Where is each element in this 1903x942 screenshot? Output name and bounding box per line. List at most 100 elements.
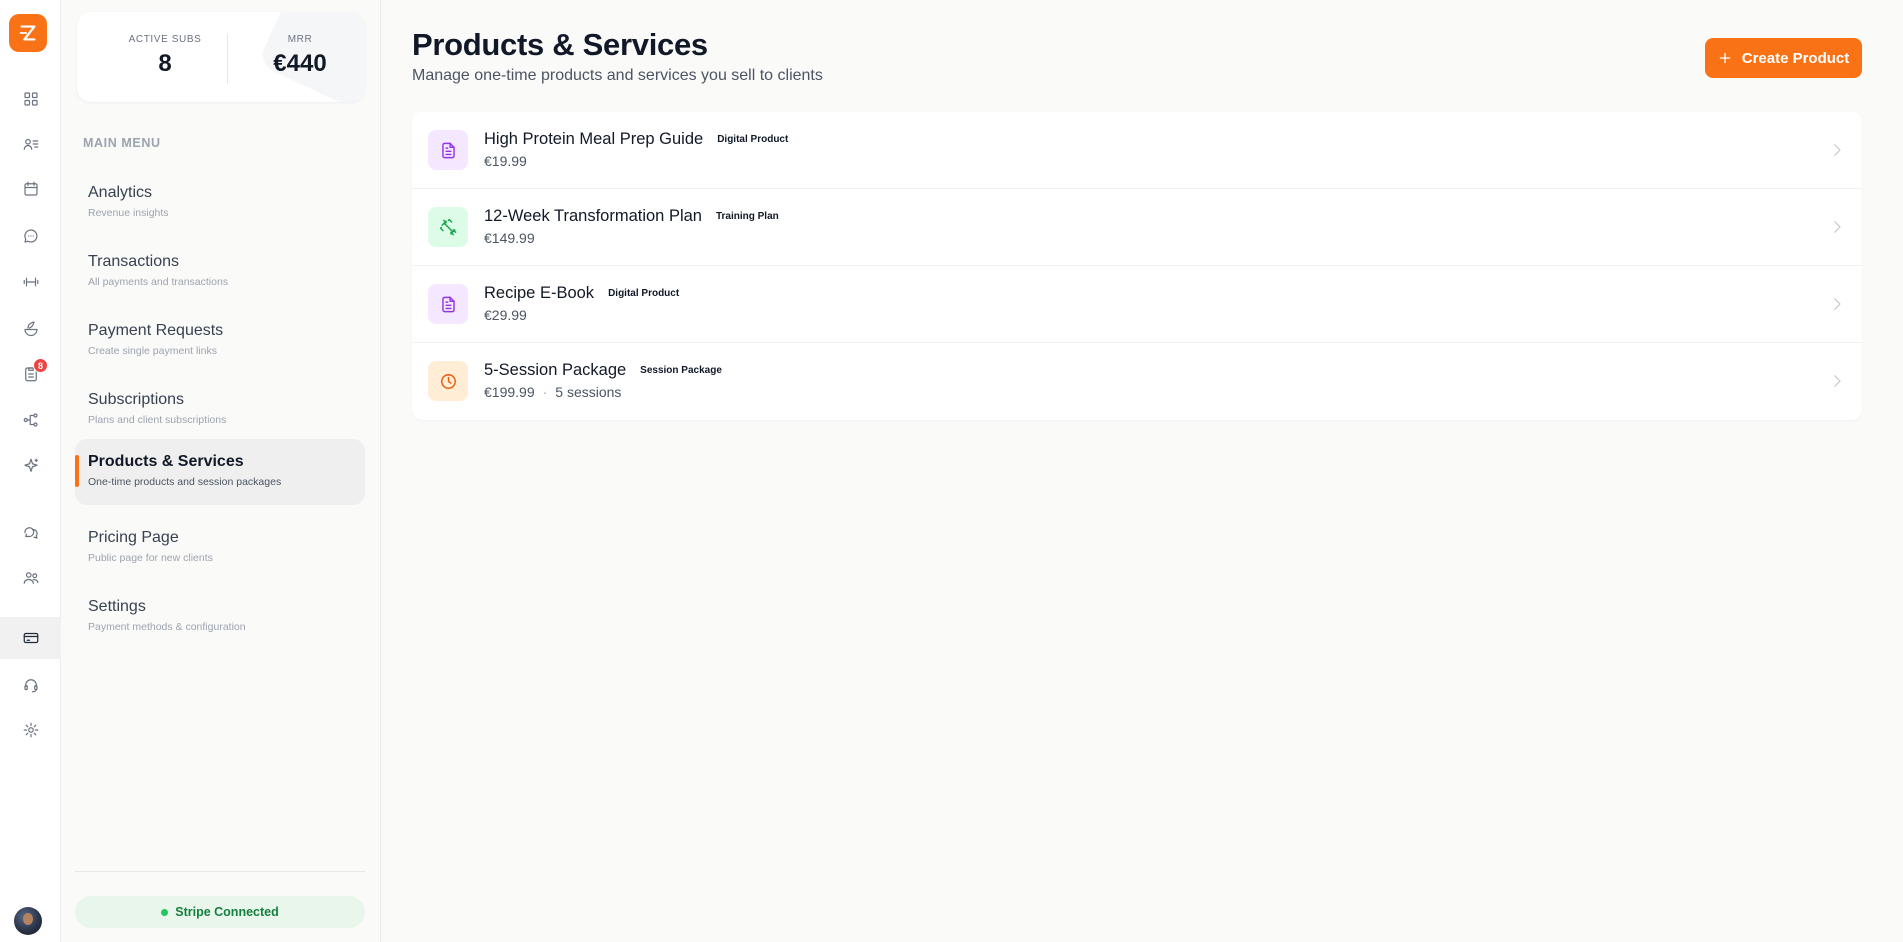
rail-ai-button[interactable] [0,445,61,487]
user-avatar[interactable] [14,907,42,935]
menu-item-transactions[interactable]: Transactions All payments and transactio… [75,239,365,305]
rail-dashboard-button[interactable] [0,78,61,120]
logo-icon [19,25,36,41]
mrr-value: €440 [273,50,327,77]
rail-payments-button[interactable] [0,617,61,659]
product-row[interactable]: 12-Week Transformation Plan Training Pla… [412,189,1862,266]
product-price-line: €29.99 [484,307,527,323]
calendar-icon [23,181,38,196]
rail-messages-button[interactable] [0,511,61,553]
rail-settings-button[interactable] [0,709,61,751]
menu-item-subtitle: Public page for new clients [88,552,213,564]
product-price-line: €149.99 [484,230,535,246]
product-icon-box [428,361,468,401]
product-list: High Protein Meal Prep Guide Digital Pro… [412,112,1862,420]
rail-chat-button[interactable] [0,215,61,257]
rail-workouts-button[interactable] [0,261,61,303]
chevron-right-icon [1828,218,1846,236]
status-dot [161,908,169,916]
separator-dot: · [542,384,548,400]
menu-item-payment-requests[interactable]: Payment Requests Create single payment l… [75,308,365,374]
rail-nutrition-button[interactable] [0,307,61,349]
product-icon-box [428,130,468,170]
menu-item-title: Analytics [88,184,153,201]
product-sessions: 5 sessions [555,384,622,400]
active-subs-value: 8 [158,50,172,77]
product-row[interactable]: Recipe E-Book Digital Product €29.99 [412,266,1862,343]
document-icon [441,142,455,158]
product-price: €29.99 [484,307,527,323]
product-price: €199.99 [484,384,535,400]
product-name: 5-Session Package [484,361,627,379]
menu-item-title: Settings [88,598,146,615]
page-title: Products & Services [412,27,708,62]
payments-sidebar: ACTIVE SUBS 8 MRR €440 MAIN MENU Analyti… [61,0,381,942]
dumbbell-icon [439,218,456,235]
menu-item-title: Payment Requests [88,322,224,339]
product-name: 12-Week Transformation Plan [484,207,702,225]
rail-clients-button[interactable] [0,123,61,165]
app-logo[interactable] [9,14,47,52]
plus-icon [1719,52,1731,64]
product-price-line: €19.99 [484,153,527,169]
product-price: €19.99 [484,153,527,169]
menu-item-settings[interactable]: Settings Payment methods & configuration [75,584,365,650]
clients-list-icon [23,138,38,150]
stripe-status-text: Stripe Connected [175,905,279,919]
product-row[interactable]: 5-Session Package Session Package €199.9… [412,343,1862,420]
menu-item-title: Transactions [88,253,179,270]
payments-icon [23,632,38,644]
product-name-line: 5-Session Package Session Package [484,361,722,380]
product-price-line: €199.99 · 5 sessions [484,384,621,400]
rail-support-button[interactable] [0,664,61,706]
main-menu-title: MAIN MENU [83,136,161,150]
create-product-label: Create Product [1741,49,1850,67]
grid-icon [23,92,38,106]
product-name: Recipe E-Book [484,284,595,302]
chevron-right-icon [1828,295,1846,313]
product-name-line: 12-Week Transformation Plan Training Pla… [484,207,779,226]
workflow-icon [23,413,38,427]
menu-item-analytics[interactable]: Analytics Revenue insights [75,170,365,236]
product-price: €149.99 [484,230,535,246]
menu-item-products-services[interactable]: Products & Services One-time products an… [75,439,365,505]
menu-item-subtitle: Payment methods & configuration [88,621,246,633]
create-product-button[interactable]: Create Product [1705,38,1862,78]
menu-item-subtitle: Create single payment links [88,345,217,357]
page-subtitle: Manage one-time products and services yo… [412,67,823,84]
menu-item-subtitle: Plans and client subscriptions [88,414,227,426]
rail-community-button[interactable] [0,557,61,599]
menu-item-pricing-page[interactable]: Pricing Page Public page for new clients [75,515,365,581]
product-name-line: High Protein Meal Prep Guide Digital Pro… [484,130,788,149]
main-content: Products & Services Manage one-time prod… [381,0,1903,942]
chat-icon [23,229,37,243]
sparkle-icon [23,458,38,472]
product-icon-box [428,284,468,324]
menu-item-subtitle: One-time products and session packages [88,476,282,488]
menu-item-subscriptions[interactable]: Subscriptions Plans and client subscript… [75,377,365,443]
product-name: High Protein Meal Prep Guide [484,130,704,148]
settings-icon [23,722,38,738]
community-icon [23,572,38,584]
sidebar-divider [75,871,365,872]
rail-checkins-button[interactable]: 8 [0,353,61,395]
product-row[interactable]: High Protein Meal Prep Guide Digital Pro… [412,112,1862,189]
active-indicator [75,455,79,487]
product-type-tag: Digital Product [608,288,680,299]
mrr-stat: MRR €440 [235,12,365,78]
stripe-status-badge: Stripe Connected [75,896,365,928]
menu-item-title: Subscriptions [88,391,185,408]
stats-divider [227,34,228,84]
clock-icon [440,373,456,389]
rail-calendar-button[interactable] [0,168,61,210]
product-type-tag: Training Plan [715,211,779,222]
rail-automations-button[interactable] [0,399,61,441]
product-type-tag: Session Package [640,365,722,376]
menu-item-subtitle: Revenue insights [88,207,169,219]
icon-rail: 8 [0,0,61,942]
product-icon-box [428,207,468,247]
active-subs-label: ACTIVE SUBS [128,34,202,45]
document-icon [441,296,455,312]
chevron-right-icon [1828,372,1846,390]
support-icon [23,679,38,693]
